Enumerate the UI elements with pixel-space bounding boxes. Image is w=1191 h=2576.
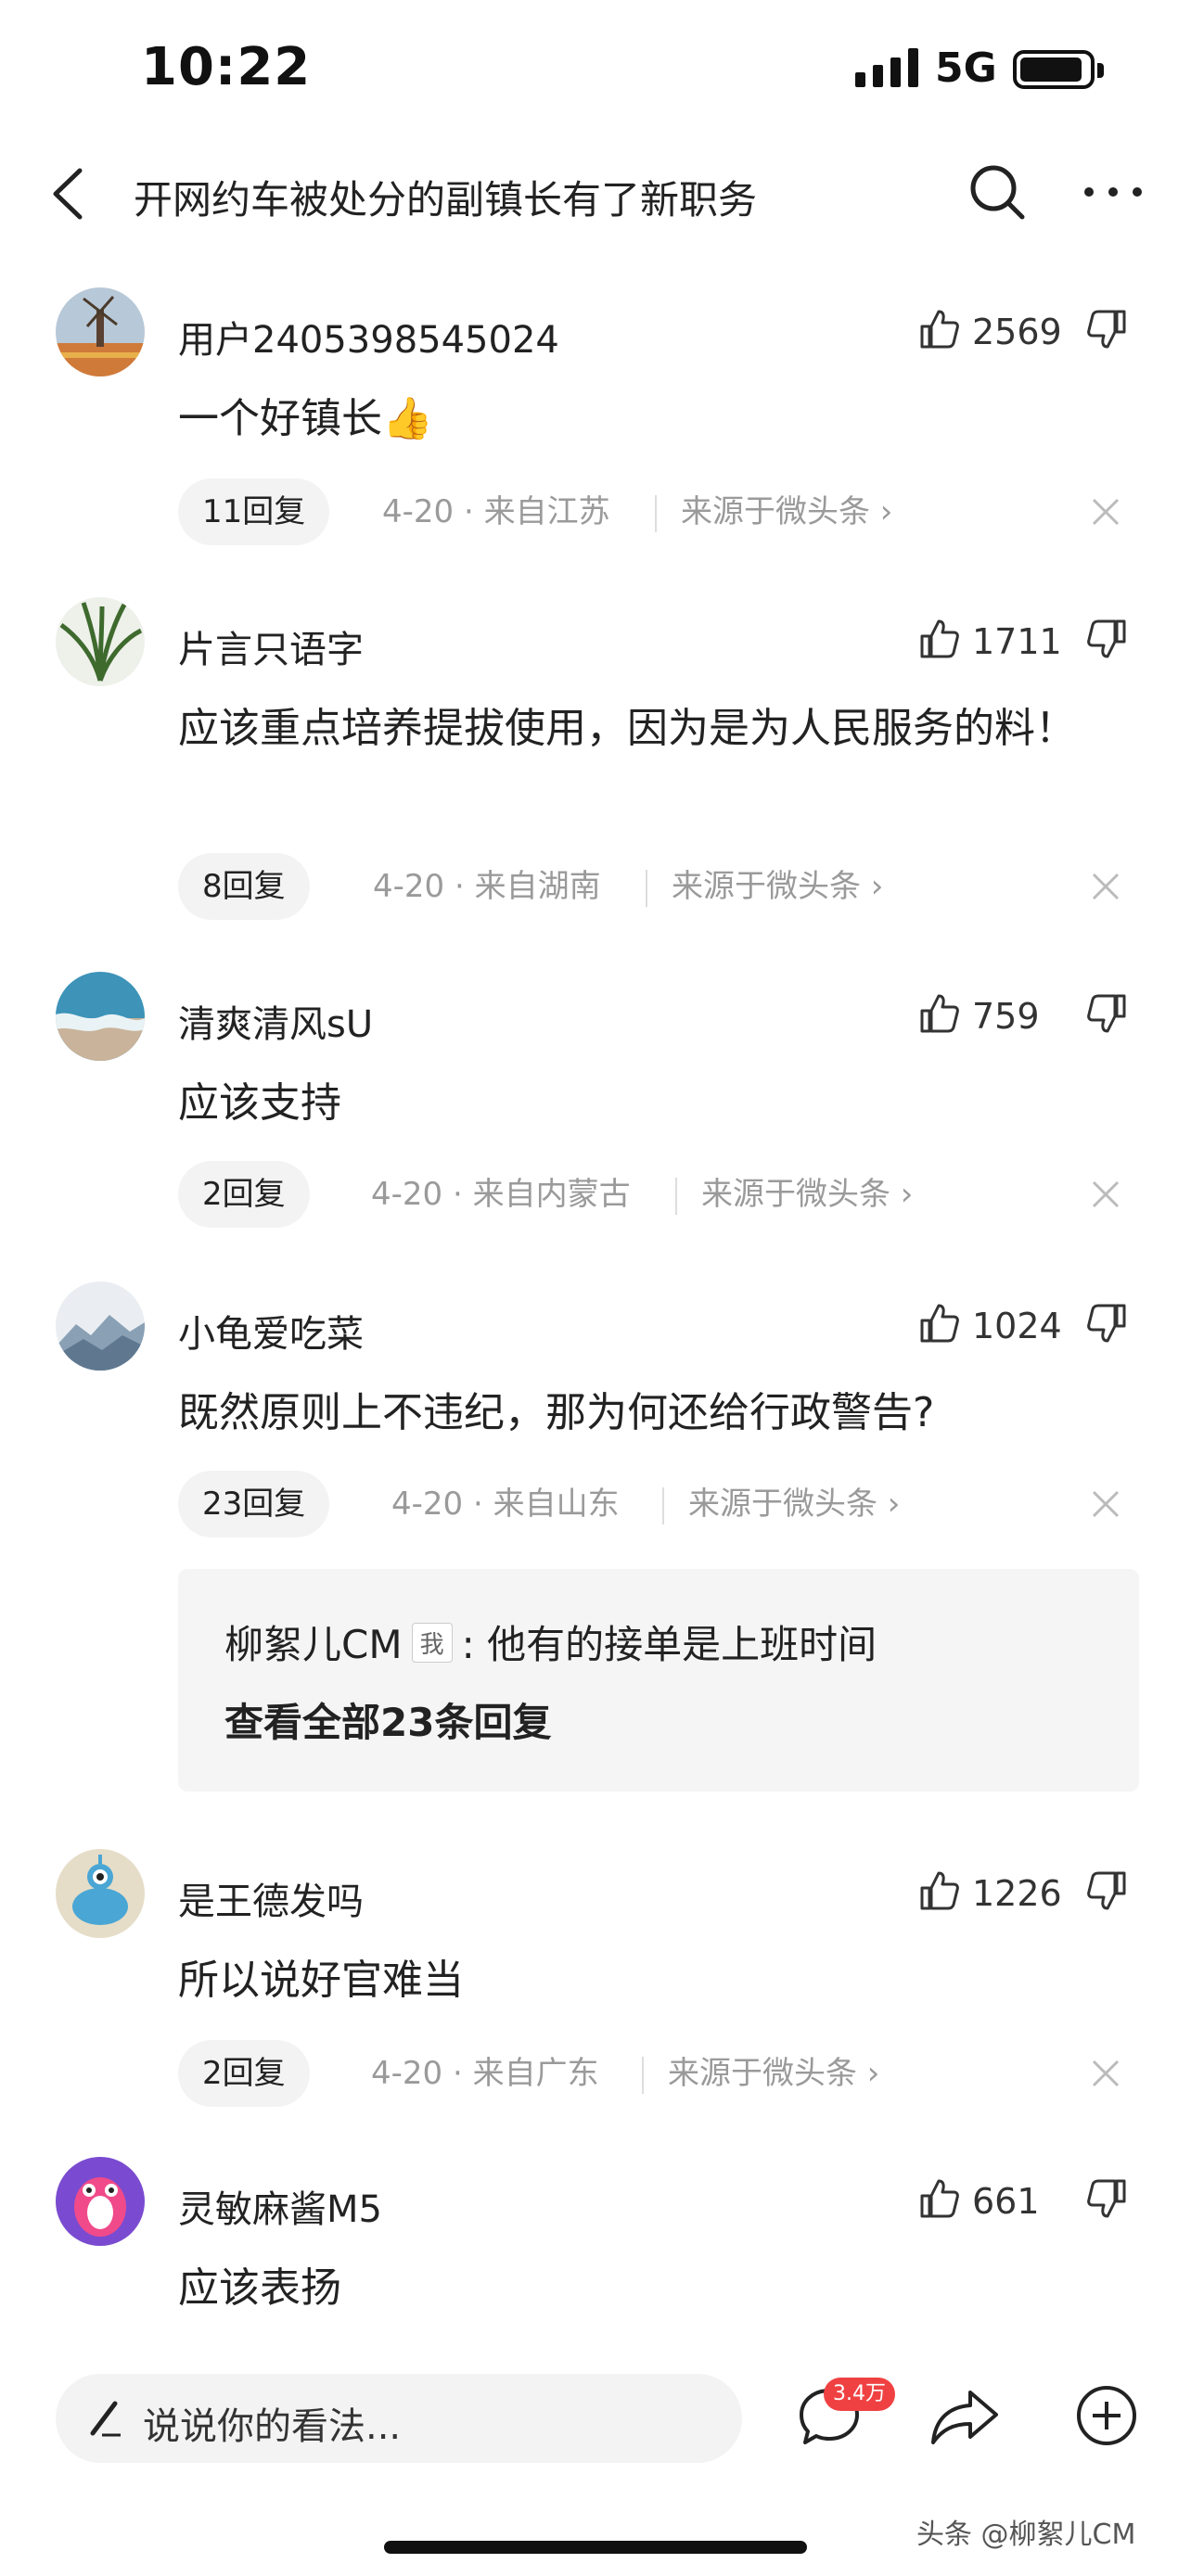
comment-text: 既然原则上不违纪，那为何还给行政警告? bbox=[178, 1389, 935, 1436]
status-bar: 10:22 5G bbox=[0, 0, 1191, 139]
comment-meta: 2回复 4-20 · 来自广东 来源于微头条 › bbox=[178, 2040, 1143, 2107]
comment-username[interactable]: 清爽清风sU bbox=[178, 994, 373, 1048]
thumbs-down-icon[interactable] bbox=[1085, 618, 1128, 660]
thumbs-up-icon[interactable] bbox=[918, 1302, 961, 1345]
comment-item: 清爽清风sU 759 应该支持 2回复 4-20 · 来自内蒙古 来源于微头条 … bbox=[0, 972, 1191, 1250]
comment-input[interactable]: 说说你的看法... bbox=[56, 2374, 742, 2463]
comment-date-location: 4-20 · 来自山东 bbox=[391, 1486, 620, 1523]
thumbs-up-icon[interactable] bbox=[918, 2177, 961, 2220]
network-label: 5G bbox=[935, 45, 997, 92]
source-link[interactable]: 来源于微头条 › bbox=[668, 2040, 879, 2107]
thumbs-up-icon[interactable] bbox=[918, 308, 961, 351]
reply-count-button[interactable]: 2回复 bbox=[178, 2040, 310, 2107]
close-icon[interactable] bbox=[1090, 1179, 1121, 1210]
like-count: 1711 bbox=[972, 621, 1062, 662]
divider bbox=[675, 1178, 677, 1215]
comment-text: 所以说好官难当 bbox=[178, 1957, 464, 2004]
source-link[interactable]: 来源于微头条 › bbox=[672, 853, 883, 920]
thumbs-down-icon[interactable] bbox=[1085, 992, 1128, 1035]
comment-text: 应该表扬 bbox=[178, 2264, 341, 2312]
source-link[interactable]: 来源于微头条 › bbox=[688, 1471, 900, 1537]
like-count: 661 bbox=[972, 2181, 1040, 2222]
comment-text: 应该重点培养提拔使用，因为是为人民服务的料！ bbox=[178, 705, 1076, 752]
comment-meta: 8回复 4-20 · 来自湖南 来源于微头条 › bbox=[178, 853, 1143, 920]
avatar[interactable] bbox=[56, 2157, 145, 2246]
page-title: 开网约车被处分的副镇长有了新职务 bbox=[134, 177, 758, 223]
comment-text: 应该支持 bbox=[178, 1079, 341, 1127]
reply-preview[interactable]: 柳絮儿CM 我: 他有的接单是上班时间 查看全部23条回复 bbox=[178, 1569, 1139, 1792]
comment-username[interactable]: 是王德发吗 bbox=[178, 1871, 364, 1925]
avatar[interactable] bbox=[56, 597, 145, 686]
comment-date-location: 4-20 · 来自江苏 bbox=[382, 493, 610, 530]
divider bbox=[655, 495, 657, 532]
share-icon[interactable] bbox=[928, 2383, 1002, 2450]
thumbs-up-icon[interactable] bbox=[918, 1869, 961, 1912]
comment-username[interactable]: 用户2405398545024 bbox=[178, 310, 559, 363]
thumbs-down-icon[interactable] bbox=[1085, 2177, 1128, 2220]
avatar[interactable] bbox=[56, 1849, 145, 1938]
comment-item: 是王德发吗 1226 所以说好官难当 2回复 4-20 · 来自广东 来源于微头… bbox=[0, 1849, 1191, 2127]
comment-count-badge: 3.4万 bbox=[824, 2378, 895, 2411]
reply-count-button[interactable]: 23回复 bbox=[178, 1471, 330, 1537]
comment-date-location: 4-20 · 来自广东 bbox=[371, 2055, 599, 2092]
bottom-bar: 说说你的看法... 3.4万 头条 @柳絮儿CM bbox=[0, 2355, 1191, 2576]
reply-count-button[interactable]: 11回复 bbox=[178, 478, 330, 545]
avatar[interactable] bbox=[56, 1282, 145, 1371]
comment-meta: 11回复 4-20 · 来自江苏 来源于微头条 › bbox=[178, 478, 1143, 545]
back-arrow-icon[interactable] bbox=[43, 161, 98, 226]
view-all-replies-link[interactable]: 查看全部23条回复 bbox=[224, 1691, 551, 1748]
comment-item: 片言只语字 1711 应该重点培养提拔使用，因为是为人民服务的料！ 8回复 4-… bbox=[0, 597, 1191, 940]
comment-username[interactable]: 片言只语字 bbox=[178, 619, 364, 673]
avatar[interactable] bbox=[56, 287, 145, 376]
avatar[interactable] bbox=[56, 972, 145, 1061]
watermark: 头条 @柳絮儿CM bbox=[916, 2519, 1136, 2551]
comment-text: 一个好镇长👍 bbox=[178, 395, 433, 442]
like-count: 1226 bbox=[972, 1873, 1062, 1914]
like-count: 759 bbox=[972, 996, 1040, 1037]
close-icon[interactable] bbox=[1090, 2058, 1121, 2089]
like-count: 1024 bbox=[972, 1306, 1062, 1346]
comment-meta: 23回复 4-20 · 来自山东 来源于微头条 › bbox=[178, 1471, 1143, 1537]
search-icon[interactable] bbox=[965, 159, 1030, 224]
reply-count-button[interactable]: 8回复 bbox=[178, 853, 310, 920]
add-icon[interactable] bbox=[1074, 2383, 1139, 2448]
divider bbox=[646, 870, 647, 907]
status-time: 10:22 bbox=[141, 37, 312, 97]
comment-date-location: 4-20 · 来自湖南 bbox=[373, 868, 601, 905]
thumbs-down-icon[interactable] bbox=[1085, 1869, 1128, 1912]
thumbs-up-icon[interactable] bbox=[918, 992, 961, 1035]
like-count: 2569 bbox=[972, 312, 1062, 352]
home-indicator bbox=[384, 2541, 807, 2554]
comment-item: 灵敏麻酱M5 661 应该表扬 bbox=[0, 2157, 1191, 2355]
comment-username[interactable]: 小龟爱吃菜 bbox=[178, 1304, 364, 1358]
close-icon[interactable] bbox=[1090, 496, 1121, 528]
comment-item: 小龟爱吃菜 1024 既然原则上不违纪，那为何还给行政警告? 23回复 4-20… bbox=[0, 1282, 1191, 1801]
thumbs-down-icon[interactable] bbox=[1085, 1302, 1128, 1345]
comment-meta: 2回复 4-20 · 来自内蒙古 来源于微头条 › bbox=[178, 1161, 1143, 1228]
battery-icon bbox=[1013, 50, 1104, 89]
comment-item: 用户2405398545024 2569 一个好镇长👍 11回复 4-20 · … bbox=[0, 287, 1191, 566]
divider bbox=[642, 2057, 644, 2094]
divider bbox=[662, 1487, 664, 1524]
source-link[interactable]: 来源于微头条 › bbox=[681, 478, 892, 545]
source-link[interactable]: 来源于微头条 › bbox=[701, 1161, 913, 1228]
pen-icon bbox=[90, 2401, 121, 2437]
reply-text: : 他有的接单是上班时间 bbox=[461, 1622, 877, 1667]
close-icon[interactable] bbox=[1090, 1488, 1121, 1520]
thumbs-up-icon[interactable] bbox=[918, 618, 961, 660]
reply-count-button[interactable]: 2回复 bbox=[178, 1161, 310, 1228]
comment-date-location: 4-20 · 来自内蒙古 bbox=[371, 1176, 631, 1213]
more-icon[interactable] bbox=[1076, 159, 1150, 224]
me-badge: 我 bbox=[411, 1623, 453, 1663]
reply-preview-line: 柳絮儿CM 我: 他有的接单是上班时间 bbox=[224, 1613, 877, 1670]
comment-username[interactable]: 灵敏麻酱M5 bbox=[178, 2179, 382, 2233]
nav-bar: 开网约车被处分的副镇长有了新职务 bbox=[0, 139, 1191, 250]
thumbs-down-icon[interactable] bbox=[1085, 308, 1128, 351]
signal-icon bbox=[855, 48, 920, 87]
close-icon[interactable] bbox=[1090, 871, 1121, 902]
comment-input-placeholder: 说说你的看法... bbox=[143, 2405, 402, 2448]
reply-author[interactable]: 柳絮儿CM bbox=[224, 1622, 403, 1667]
